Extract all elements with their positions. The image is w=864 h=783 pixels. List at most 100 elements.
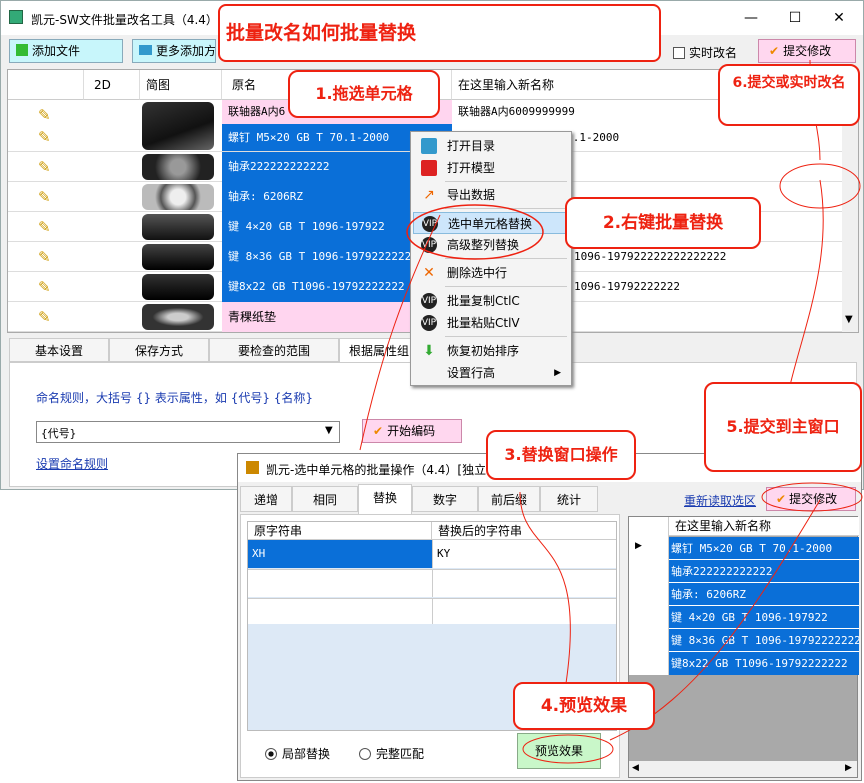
replace-header-original: 原字符串 [248, 522, 432, 540]
submenu-arrow-icon: ▶ [554, 368, 561, 378]
scroll-down-icon[interactable]: ▼ [845, 314, 853, 325]
reload-selection-link[interactable]: 重新读取选区 [684, 492, 756, 509]
part-icon: ✎ [38, 308, 51, 326]
app-icon [9, 10, 23, 24]
tab-same[interactable]: 相同 [292, 486, 358, 512]
tab-statistics[interactable]: 统计 [540, 486, 598, 512]
part-icon: ✎ [38, 188, 51, 206]
annotation-step3: 3.替换窗口操作 [486, 430, 636, 480]
batch-operation-window: 凯元-选中单元格的批量操作（4.4）[独立 递增 相同 替换 数字 前后缀 统计… [237, 453, 862, 781]
new-name-cell[interactable]: 1096-19792222222 [568, 272, 850, 302]
menu-separator [445, 208, 567, 209]
preview-row[interactable]: 轴承: 6206RZ [669, 583, 859, 606]
tab-save-mode[interactable]: 保存方式 [109, 338, 209, 362]
menu-batch-copy[interactable]: VIP 批量复制CtlC [413, 290, 569, 312]
annotation-step4: 4.预览效果 [513, 682, 655, 730]
menu-separator [445, 181, 567, 182]
menu-batch-paste[interactable]: VIP 批量粘贴CtlV [413, 312, 569, 334]
checkbox-box [673, 47, 685, 59]
vip-icon: VIP [422, 216, 438, 232]
vip-icon: VIP [421, 315, 437, 331]
menu-label: 高级整列替换 [447, 238, 520, 252]
menu-row-height[interactable]: 设置行高 ▶ [413, 362, 569, 384]
tab-number[interactable]: 数字 [412, 486, 478, 512]
part-icon: ✎ [38, 278, 51, 296]
realtime-rename-checkbox[interactable]: 实时改名 [673, 44, 737, 61]
preview-row[interactable]: 键8x22 GB T1096-19792222222 [669, 652, 859, 675]
radio-partial-label: 局部替换 [282, 747, 331, 761]
menu-advanced-replace[interactable]: VIP 高级整列替换 [413, 234, 569, 256]
radio-partial-replace[interactable]: 局部替换 [265, 745, 330, 762]
preview-scrollbar[interactable]: ◀ ▶ [629, 761, 857, 777]
preview-button[interactable]: 预览效果 [517, 733, 601, 769]
preview-row[interactable]: 键 8×36 GB T 1096-197922222222 [669, 629, 859, 652]
minimize-button[interactable]: — [729, 1, 773, 35]
tab-basic-settings[interactable]: 基本设置 [9, 338, 109, 362]
sub-submit-button[interactable]: ✔ 提交修改 [766, 487, 856, 511]
menu-replace-selected[interactable]: VIP 选中单元格替换 [413, 212, 569, 234]
naming-rule-select[interactable]: {代号} ▼ [36, 421, 340, 443]
radio-full-match[interactable]: 完整匹配 [359, 745, 424, 762]
start-encoding-button[interactable]: ✔ 开始编码 [362, 419, 462, 443]
preview-row[interactable]: 键 4×20 GB T 1096-197922 [669, 606, 859, 629]
check-icon: ✔ [373, 424, 384, 438]
tab-check-scope[interactable]: 要检查的范围 [209, 338, 339, 362]
preview-grid: 在这里输入新名称 ▶ 螺钉 M5×20 GB T 70.1-2000 轴承222… [628, 516, 859, 778]
annotation-step1: 1.拖选单元格 [288, 70, 440, 118]
menu-open-folder[interactable]: 打开目录 [413, 135, 569, 157]
menu-export-data[interactable]: ↗ 导出数据 [413, 184, 569, 206]
replace-cell-original[interactable]: XH [248, 540, 432, 568]
preview-row[interactable]: 螺钉 M5×20 GB T 70.1-2000 [669, 537, 859, 560]
add-file-icon [16, 44, 28, 56]
maximize-button[interactable]: ☐ [773, 1, 817, 35]
annotation-title: 批量改名如何批量替换 [218, 4, 661, 62]
vip-icon: VIP [421, 293, 437, 309]
replace-cell-new[interactable]: KY [432, 540, 616, 568]
realtime-rename-label: 实时改名 [689, 46, 738, 60]
menu-restore-order[interactable]: ⬇ 恢复初始排序 [413, 340, 569, 362]
header-icon-col [8, 70, 84, 100]
tab-prefix-suffix[interactable]: 前后缀 [478, 486, 540, 512]
tab-replace[interactable]: 替换 [358, 484, 412, 514]
add-more-button[interactable]: 更多添加方 [132, 39, 216, 63]
menu-delete-rows[interactable]: ✕ 删除选中行 [413, 262, 569, 284]
menu-open-model[interactable]: 打开模型 [413, 157, 569, 179]
submit-label: 提交修改 [783, 44, 832, 58]
part-icon: ✎ [38, 218, 51, 236]
submit-button[interactable]: ✔ 提交修改 [758, 39, 856, 63]
naming-settings-link[interactable]: 设置命名规则 [36, 455, 108, 472]
replace-header-new: 替换后的字符串 [432, 522, 616, 540]
tab-property-group[interactable]: 根据属性组 [339, 338, 419, 362]
replace-cell-new[interactable] [432, 598, 616, 624]
add-file-button[interactable]: 添加文件 [9, 39, 123, 63]
chevron-down-icon: ▼ [325, 425, 333, 436]
naming-rule-label: 命名规则，大括号 {} 表示属性，如 {代号} {名称} [36, 391, 314, 405]
replace-cell-original[interactable] [248, 598, 432, 624]
part-icon: ✎ [38, 158, 51, 176]
scroll-left-icon[interactable]: ◀ [632, 763, 639, 773]
down-arrow-icon: ⬇ [423, 343, 435, 359]
close-button[interactable]: ✕ [817, 1, 861, 35]
header-thumbnail[interactable]: 简图 [140, 70, 222, 100]
scroll-right-icon[interactable]: ▶ [845, 763, 852, 773]
menu-label: 批量粘贴CtlV [447, 316, 520, 330]
part-icon: ✎ [38, 248, 51, 266]
vip-icon: VIP [421, 237, 437, 253]
part-thumbnail [142, 102, 214, 150]
window-title: 凯元-SW文件批量改名工具（4.4） [31, 13, 218, 27]
annotation-step2: 2.右键批量替换 [565, 197, 761, 249]
folder-icon [139, 45, 152, 55]
replace-cell-new[interactable] [432, 569, 616, 597]
preview-row[interactable]: 轴承222222222222 [669, 560, 859, 583]
preview-header: 在这里输入新名称 [669, 517, 859, 536]
naming-rule-value: {代号} [41, 427, 77, 440]
vertical-scrollbar[interactable]: ▼ [842, 100, 858, 332]
tab-increment[interactable]: 递增 [240, 486, 292, 512]
radio-unchecked [359, 748, 371, 760]
replace-cell-original[interactable] [248, 569, 432, 597]
context-menu: 打开目录 打开模型 ↗ 导出数据 VIP 选中单元格替换 VIP 高级整列替换 ✕ 删除… [410, 131, 572, 386]
current-row-arrow-icon: ▶ [635, 541, 642, 551]
part-thumbnail [142, 274, 214, 300]
header-2d[interactable]: 2D [84, 70, 140, 100]
app-icon [246, 461, 259, 474]
